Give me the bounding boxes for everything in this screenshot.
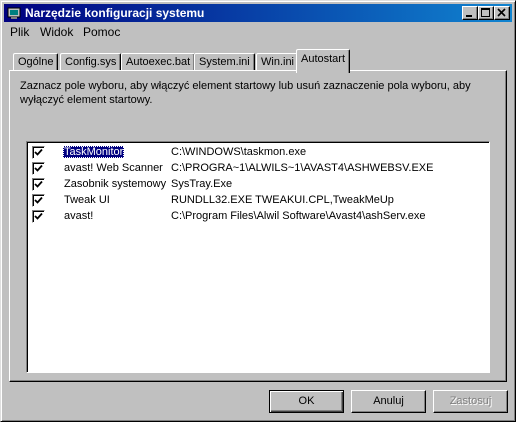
list-item[interactable]: avast! C:\Program Files\Alwil Software\A… [27,208,489,224]
checkmark-icon [34,212,43,220]
checkmark-icon [34,148,43,156]
item-name: Zasobnik systemowy [64,178,167,190]
item-name: avast! [64,210,94,222]
msconfig-window: Narzędzie konfiguracji systemu Plik Wido… [0,0,516,422]
menu-pomoc[interactable]: Pomoc [83,25,120,39]
item-command: C:\PROGRA~1\ALWILS~1\AVAST4\ASHWEBSV.EXE [171,162,434,174]
tab-control: Ogólne Config.sys Autoexec.bat System.in… [9,49,507,383]
app-icon [7,7,21,19]
item-checkbox[interactable] [32,162,45,175]
maximize-icon [481,8,490,17]
tab-ogolne[interactable]: Ogólne [13,53,59,71]
close-button[interactable] [494,6,510,20]
close-icon [497,8,506,17]
tab-autostart[interactable]: Autostart [296,49,351,73]
tab-win-ini[interactable]: Win.ini [256,53,300,71]
description-text: Zaznacz pole wyboru, aby włączyć element… [20,80,471,106]
menu-bar: Plik Widok Pomoc [4,23,512,41]
tab-autoexec-bat[interactable]: Autoexec.bat [121,53,196,71]
checkmark-icon [34,180,43,188]
item-checkbox[interactable] [32,178,45,191]
title-bar[interactable]: Narzędzie konfiguracji systemu [4,4,512,22]
item-command: SysTray.Exe [171,178,233,190]
maximize-button[interactable] [478,6,494,20]
item-name: avast! Web Scanner [64,162,163,174]
checkmark-icon [34,196,43,204]
item-checkbox[interactable] [32,146,45,159]
item-command: C:\Program Files\Alwil Software\Avast4\a… [171,210,426,222]
minimize-icon [466,15,472,17]
list-item[interactable]: Tweak UI RUNDLL32.EXE TWEAKUI.CPL,TweakM… [27,192,489,208]
list-item[interactable]: Zasobnik systemowy SysTray.Exe [27,176,489,192]
item-command: C:\WINDOWS\taskmon.exe [171,146,307,158]
autostart-panel: Zaznacz pole wyboru, aby włączyć element… [9,70,507,382]
startup-list[interactable]: TaskMonitor C:\WINDOWS\taskmon.exe avast… [26,141,490,373]
ok-button[interactable]: OK [269,390,344,413]
item-name: Tweak UI [64,194,110,206]
tab-config-sys[interactable]: Config.sys [60,53,122,71]
menu-plik[interactable]: Plik [10,25,29,39]
menu-widok[interactable]: Widok [40,25,73,39]
apply-button[interactable]: Zastosuj [433,390,508,413]
item-command: RUNDLL32.EXE TWEAKUI.CPL,TweakMeUp [171,194,394,206]
cancel-button[interactable]: Anuluj [351,390,426,413]
list-item[interactable]: avast! Web Scanner C:\PROGRA~1\ALWILS~1\… [27,160,489,176]
list-item[interactable]: TaskMonitor C:\WINDOWS\taskmon.exe [27,144,489,160]
item-checkbox[interactable] [32,194,45,207]
window-title: Narzędzie konfiguracji systemu [25,6,205,20]
minimize-button[interactable] [462,6,478,20]
item-checkbox[interactable] [32,210,45,223]
tab-system-ini[interactable]: System.ini [194,53,255,71]
checkmark-icon [34,164,43,172]
item-name: TaskMonitor [63,146,125,158]
